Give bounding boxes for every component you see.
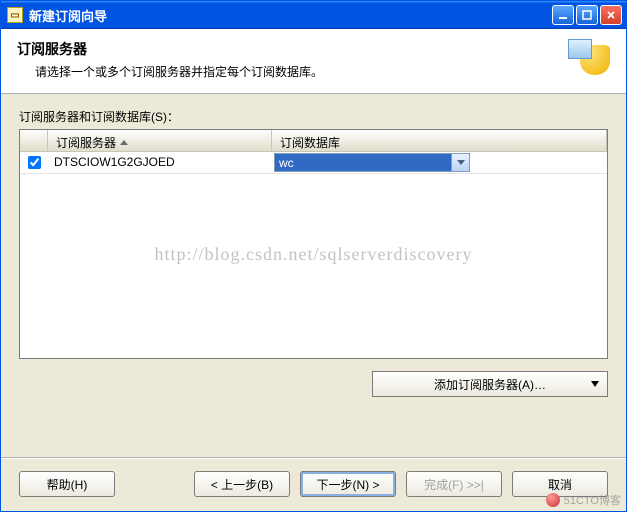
row-checkbox[interactable]	[28, 156, 41, 169]
column-checkbox[interactable]	[20, 130, 48, 151]
add-subscriber-button[interactable]: 添加订阅服务器(A)…	[372, 371, 608, 397]
row-database-value: wc	[279, 156, 294, 170]
column-server[interactable]: 订阅服务器	[48, 130, 272, 151]
close-button[interactable]	[600, 5, 622, 25]
add-subscriber-label: 添加订阅服务器(A)…	[434, 376, 546, 393]
grid-label: 订阅服务器和订阅数据库(S)：	[19, 108, 608, 125]
wizard-header: 订阅服务器 请选择一个或多个订阅服务器并指定每个订阅数据库。	[1, 29, 626, 94]
column-server-label: 订阅服务器	[56, 134, 116, 151]
titlebar: ▭ 新建订阅向导	[1, 1, 626, 29]
app-icon: ▭	[7, 7, 23, 23]
header-icon	[568, 39, 610, 81]
column-database-label: 订阅数据库	[280, 134, 340, 151]
grid-header: 订阅服务器 订阅数据库	[20, 130, 607, 152]
wizard-footer: 帮助(H) < 上一步(B) 下一步(N) > 完成(F) >>| 取消	[1, 459, 626, 511]
table-row[interactable]: DTSCIOW1G2GJOED wc	[20, 152, 607, 174]
help-button[interactable]: 帮助(H)	[19, 471, 115, 497]
row-server-cell[interactable]: DTSCIOW1G2GJOED	[48, 152, 272, 173]
back-button[interactable]: < 上一步(B)	[194, 471, 290, 497]
header-title: 订阅服务器	[17, 39, 556, 59]
watermark-text: http://blog.csdn.net/sqlserverdiscovery	[20, 244, 607, 265]
minimize-button[interactable]	[552, 5, 574, 25]
row-database-combo[interactable]: wc	[274, 153, 470, 172]
column-database[interactable]: 订阅数据库	[272, 130, 607, 151]
subscriber-grid: 订阅服务器 订阅数据库 DTSCIOW1G2GJOED wc	[19, 129, 608, 359]
next-button[interactable]: 下一步(N) >	[300, 471, 396, 497]
finish-button: 完成(F) >>|	[406, 471, 502, 497]
cancel-button[interactable]: 取消	[512, 471, 608, 497]
sort-asc-icon	[120, 140, 128, 145]
chevron-down-icon[interactable]	[451, 154, 469, 171]
content-area: 订阅服务器和订阅数据库(S)： 订阅服务器 订阅数据库 DTSCIOW1G2GJ…	[1, 94, 626, 457]
window-title: 新建订阅向导	[29, 6, 550, 25]
maximize-button[interactable]	[576, 5, 598, 25]
header-subtitle: 请选择一个或多个订阅服务器并指定每个订阅数据库。	[35, 63, 556, 80]
wizard-window: ▭ 新建订阅向导 订阅服务器 请选择一个或多个订阅服务器并指定每个订阅数据库。 …	[0, 0, 627, 512]
